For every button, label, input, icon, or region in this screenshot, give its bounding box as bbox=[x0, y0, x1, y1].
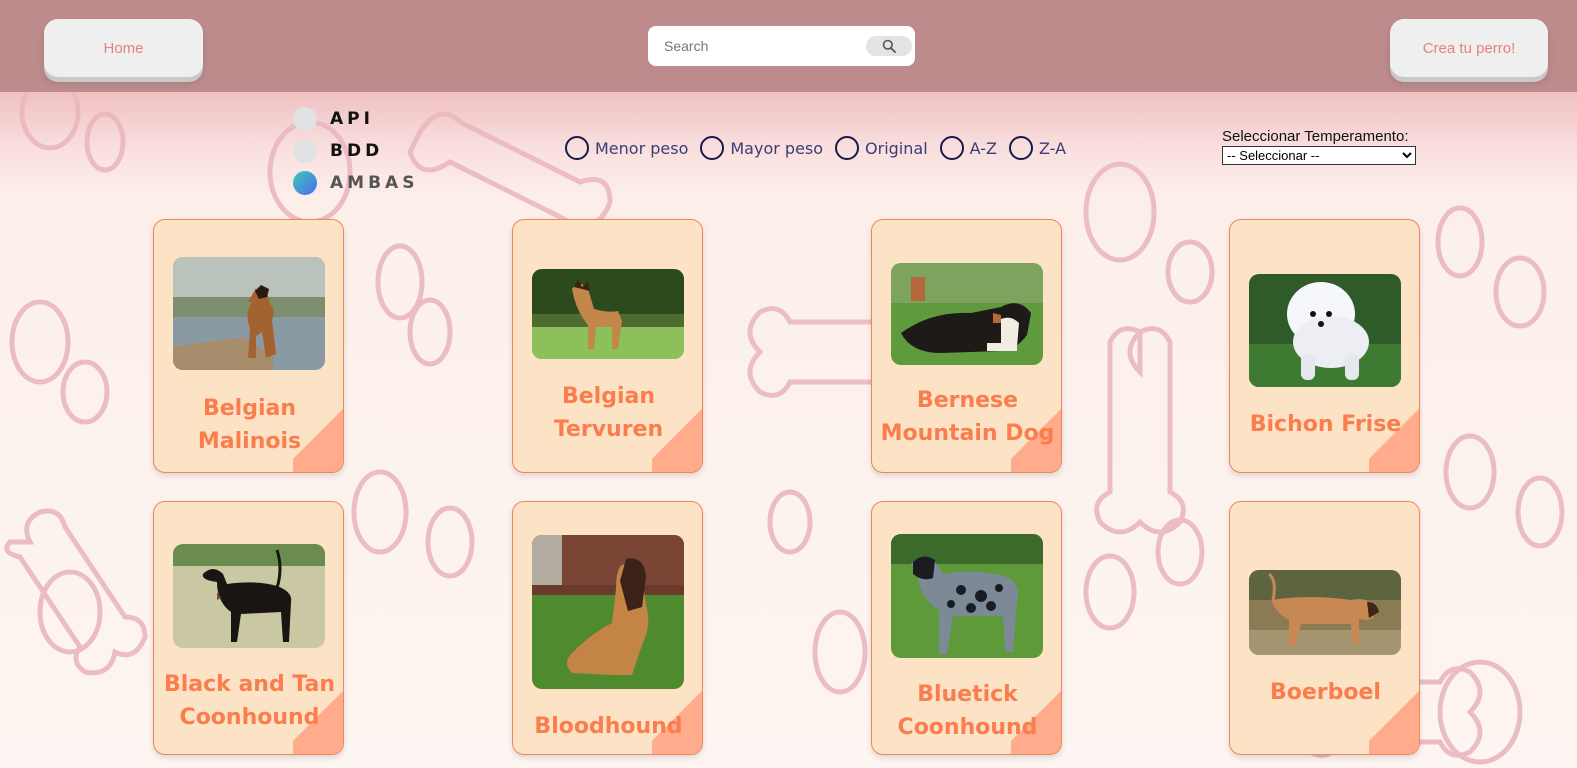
radio-circle bbox=[565, 136, 589, 160]
create-dog-button[interactable]: Crea tu perro! bbox=[1390, 19, 1548, 77]
radio-circle bbox=[700, 136, 725, 160]
sort-option-label: Z-A bbox=[1038, 138, 1067, 158]
breed-name: Bernese Mountain Dog bbox=[880, 388, 1055, 446]
breed-card[interactable]: Belgian Malinois bbox=[153, 219, 344, 473]
temperament-label: Seleccionar Temperamento: bbox=[1222, 128, 1409, 145]
source-radio-dot bbox=[293, 139, 317, 163]
source-option-label: API bbox=[330, 109, 374, 129]
sort-option-label: A-Z bbox=[969, 138, 997, 158]
breed-photo bbox=[891, 534, 1043, 658]
sort-option-label: Menor peso bbox=[595, 138, 689, 158]
breed-photo bbox=[891, 263, 1043, 365]
sort-option-label: Original bbox=[865, 138, 928, 158]
top-navbar: Home Crea tu perro! bbox=[0, 0, 1577, 92]
breed-photo bbox=[532, 269, 684, 359]
sort-options: Menor peso Mayor peso Original A-Z Z-A bbox=[565, 135, 1078, 161]
sort-option-label: Mayor peso bbox=[730, 138, 824, 158]
temperament-select[interactable]: -- Seleccionar -- bbox=[1222, 146, 1416, 165]
breed-photo bbox=[173, 257, 325, 370]
source-option-api[interactable]: API bbox=[293, 106, 433, 132]
source-option-label: BDD bbox=[330, 141, 384, 161]
breed-card[interactable]: Black and Tan Coonhound bbox=[153, 501, 344, 755]
breed-name: Belgian Tervuren bbox=[553, 384, 664, 442]
breed-card[interactable]: Bichon Frise bbox=[1229, 219, 1420, 473]
source-radio-dot bbox=[293, 107, 317, 131]
sort-option-a-z[interactable]: A-Z bbox=[939, 136, 997, 160]
breed-name: Bichon Frise bbox=[1249, 412, 1402, 437]
breed-card[interactable]: Bernese Mountain Dog bbox=[871, 219, 1062, 473]
sort-option-original[interactable]: Original bbox=[835, 136, 928, 160]
sort-option-menor-peso[interactable]: Menor peso bbox=[565, 136, 688, 160]
breed-card[interactable]: Bloodhound bbox=[512, 501, 703, 755]
radio-circle bbox=[835, 136, 860, 160]
search-button[interactable] bbox=[866, 36, 912, 56]
breed-photo bbox=[173, 544, 325, 648]
breed-photo bbox=[532, 535, 684, 689]
breed-name: Belgian Malinois bbox=[197, 396, 302, 454]
breed-name: Bloodhound bbox=[534, 714, 683, 739]
sort-option-z-a[interactable]: Z-A bbox=[1008, 136, 1067, 160]
radio-circle bbox=[939, 136, 964, 160]
breed-photo bbox=[1249, 274, 1401, 387]
source-radio-dot-selected bbox=[293, 171, 317, 195]
breed-name: Black and Tan Coonhound bbox=[163, 672, 336, 730]
source-option-ambas[interactable]: AMBAS bbox=[293, 170, 433, 196]
search-bar bbox=[648, 26, 915, 66]
breed-card[interactable]: Belgian Tervuren bbox=[512, 219, 703, 473]
search-input[interactable] bbox=[664, 38, 854, 54]
breed-photo bbox=[1249, 570, 1401, 655]
radio-circle bbox=[1008, 136, 1033, 160]
breed-card[interactable]: Bluetick Coonhound bbox=[871, 501, 1062, 755]
temperament-filter: Seleccionar Temperamento: -- Seleccionar… bbox=[1222, 128, 1416, 165]
home-button[interactable]: Home bbox=[44, 19, 203, 77]
sort-option-mayor-peso[interactable]: Mayor peso bbox=[700, 136, 823, 160]
source-option-bdd[interactable]: BDD bbox=[293, 138, 433, 164]
breed-name: Bluetick Coonhound bbox=[897, 682, 1038, 740]
breed-name: Boerboel bbox=[1270, 680, 1381, 705]
breed-card[interactable]: Boerboel bbox=[1229, 501, 1420, 755]
search-icon bbox=[882, 39, 896, 53]
source-option-label: AMBAS bbox=[330, 173, 419, 193]
